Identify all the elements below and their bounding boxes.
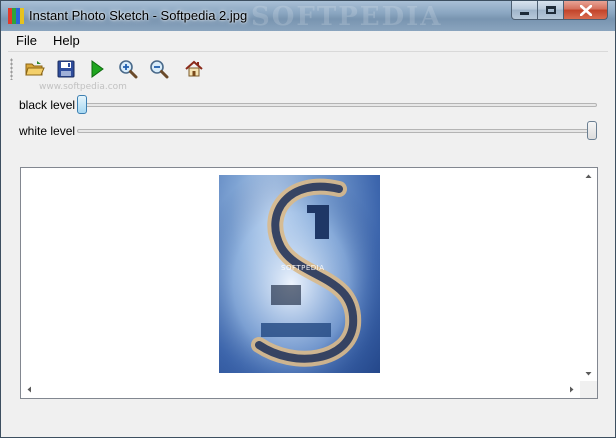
titlebar-watermark: SOFTPEDIA [251,2,443,31]
window-title: Instant Photo Sketch - Softpedia 2.jpg [29,8,248,23]
scroll-left-icon[interactable] [21,381,38,398]
white-level-slider-thumb[interactable] [587,121,597,140]
caption-buttons [511,1,608,20]
black-level-slider-row: black level [19,95,599,115]
scroll-down-icon[interactable] [580,365,597,382]
zoom-out-button[interactable] [147,57,171,81]
save-icon [57,60,75,78]
scroll-right-icon[interactable] [563,381,580,398]
close-button[interactable] [564,1,608,20]
maximize-button[interactable] [538,1,564,20]
app-icon[interactable] [8,8,24,24]
picture-viewport[interactable]: SOFTPEDIA [20,167,598,399]
zoom-in-button[interactable] [116,57,140,81]
horizontal-scrollbar[interactable] [21,381,580,398]
toolbar-grip-icon[interactable] [10,58,13,80]
home-icon [185,60,203,77]
open-folder-icon [25,61,45,76]
vertical-scrollbar[interactable] [580,168,597,382]
home-button[interactable] [182,57,206,81]
sketch-image: SOFTPEDIA [219,175,380,373]
menu-help[interactable]: Help [45,31,88,51]
white-level-label: white level [19,124,76,138]
app-window: SOFTPEDIA Instant Photo Sketch - Softped… [0,0,616,438]
title-bar[interactable]: SOFTPEDIA Instant Photo Sketch - Softped… [1,1,615,31]
zoom-out-icon [150,60,169,79]
black-level-slider-thumb[interactable] [77,95,87,114]
white-level-track[interactable] [77,129,597,133]
black-level-track[interactable] [77,103,597,107]
run-icon [91,60,104,78]
scrollbar-corner [580,381,597,398]
menu-divider [8,51,608,52]
white-level-slider-row: white level [19,121,599,141]
minimize-icon [520,11,529,15]
maximize-icon [545,6,556,14]
save-button[interactable] [54,57,78,81]
scroll-up-icon[interactable] [580,168,597,185]
toolbar [10,56,213,82]
sketch-image-art [219,175,380,373]
menu-file[interactable]: File [8,31,45,51]
toolbar-watermark: www.softpedia.com [39,82,127,92]
run-button[interactable] [85,57,109,81]
black-level-label: black level [19,98,76,112]
app-icon-stripe [20,8,24,24]
minimize-button[interactable] [511,1,538,20]
close-icon [579,4,592,16]
image-brand-text: SOFTPEDIA [281,264,325,272]
menu-bar: File Help [8,31,608,51]
open-button[interactable] [23,57,47,81]
zoom-in-icon [119,60,138,79]
